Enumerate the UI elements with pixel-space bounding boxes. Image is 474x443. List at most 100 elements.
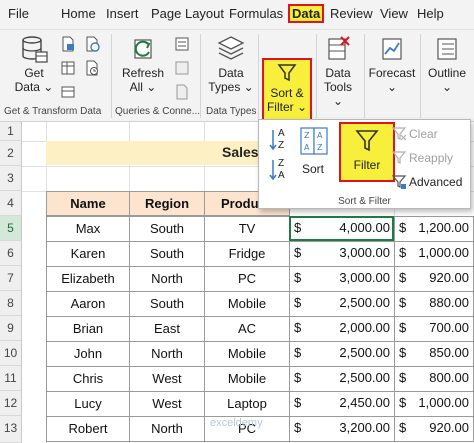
title-cell[interactable]: Sales <box>46 141 260 165</box>
cell-product[interactable]: PC <box>204 266 290 292</box>
filter-button[interactable]: Filter <box>339 122 395 182</box>
cell-product[interactable]: Fridge <box>204 241 290 267</box>
row-header[interactable]: 8 <box>0 291 22 316</box>
menu-review[interactable]: Review <box>330 6 373 21</box>
row-header[interactable]: 6 <box>0 241 22 266</box>
funnel-icon <box>355 130 379 152</box>
forecast-button[interactable]: Forecast ⌄ <box>368 34 416 94</box>
cell-region[interactable]: West <box>129 366 205 392</box>
cell-region[interactable]: South <box>129 291 205 317</box>
cell-profit[interactable]: $1,000.00 <box>394 241 474 267</box>
menu-view[interactable]: View <box>380 6 408 21</box>
menu-formulas[interactable]: Formulas <box>229 6 283 21</box>
menu-file[interactable]: File <box>8 6 29 21</box>
sort-button[interactable]: Z A A Z Sort <box>299 126 331 180</box>
cell-region[interactable]: East <box>129 316 205 342</box>
cell-product[interactable]: TV <box>204 216 290 242</box>
data-types-button[interactable]: Data Types ⌄ <box>208 34 254 94</box>
cell-sales[interactable]: $2,000.00 <box>289 316 395 342</box>
cell-sales[interactable]: $3,200.00 <box>289 416 395 442</box>
cell-name[interactable]: Robert <box>46 416 130 442</box>
advanced-button[interactable]: Advanced <box>409 175 462 189</box>
cell-region[interactable]: South <box>129 216 205 242</box>
row-header[interactable]: 9 <box>0 316 22 341</box>
row-header[interactable]: 10 <box>0 341 22 366</box>
existing-connections-icon[interactable] <box>60 84 76 100</box>
cell-sales[interactable]: $3,000.00 <box>289 266 395 292</box>
cell-sales[interactable]: $2,500.00 <box>289 341 395 367</box>
cell-name[interactable]: John <box>46 341 130 367</box>
cell-name[interactable]: Karen <box>46 241 130 267</box>
menu-help[interactable]: Help <box>417 6 444 21</box>
menu-home[interactable]: Home <box>61 6 96 21</box>
row-header[interactable]: 2 <box>0 141 22 166</box>
data-tools-button[interactable]: Data Tools ⌄ <box>318 34 358 108</box>
cell-profit[interactable]: $1,000.00 <box>394 391 474 417</box>
cell-profit[interactable]: $700.00 <box>394 316 474 342</box>
from-table-icon[interactable] <box>60 60 76 76</box>
cell-product[interactable]: AC <box>204 316 290 342</box>
cell-name[interactable]: Chris <box>46 366 130 392</box>
cell-sales[interactable]: $2,450.00 <box>289 391 395 417</box>
outline-button[interactable]: Outline ⌄ <box>424 34 470 94</box>
sort-filter-button[interactable]: Sort & Filter ⌄ <box>262 58 312 126</box>
cell-region[interactable]: South <box>129 241 205 267</box>
edit-links-icon[interactable] <box>174 84 190 100</box>
cell-region[interactable]: North <box>129 416 205 442</box>
recent-sources-icon[interactable] <box>84 60 100 76</box>
cell-profit[interactable]: $920.00 <box>394 266 474 292</box>
currency-symbol: $ <box>399 420 407 435</box>
cell-product[interactable]: Mobile <box>204 291 290 317</box>
refresh-all-button[interactable]: Refresh All ⌄ <box>120 34 166 94</box>
sort-za-top: Z <box>278 158 285 169</box>
cell-product[interactable]: Mobile <box>204 341 290 367</box>
cell-product[interactable]: Mobile <box>204 366 290 392</box>
cell-region[interactable]: North <box>129 266 205 292</box>
cell-product[interactable]: Laptop <box>204 391 290 417</box>
row-header[interactable]: 3 <box>0 166 22 191</box>
menu-page-layout[interactable]: Page Layout <box>151 6 224 21</box>
cell-profit[interactable]: $920.00 <box>394 416 474 442</box>
header-region[interactable]: Region <box>129 191 205 216</box>
cell-name[interactable]: Elizabeth <box>46 266 130 292</box>
cell-sales[interactable]: $3,000.00 <box>289 241 395 267</box>
get-data-button[interactable]: Get Data ⌄ <box>14 34 54 94</box>
row-header[interactable]: 13 <box>0 416 22 443</box>
cell-name[interactable]: Aaron <box>46 291 130 317</box>
outline-icon <box>437 38 457 60</box>
cell-profit[interactable]: $850.00 <box>394 341 474 367</box>
row-header[interactable]: 12 <box>0 391 22 416</box>
properties-icon[interactable] <box>174 60 190 76</box>
from-text-icon[interactable] <box>60 36 76 52</box>
cell-region[interactable]: West <box>129 391 205 417</box>
menu-data[interactable]: Data <box>288 4 325 23</box>
queries-connections-icon[interactable] <box>174 36 190 52</box>
cell-name[interactable]: Brian <box>46 316 130 342</box>
row-header[interactable]: 5 <box>0 216 22 241</box>
row-header[interactable]: 4 <box>0 191 22 216</box>
ribbon: Get Data ⌄ Refresh All ⌄ Data Types ⌄ So… <box>0 30 474 126</box>
amount-value: 920.00 <box>429 270 469 285</box>
cell-profit[interactable]: $1,200.00 <box>394 216 474 242</box>
cell-name[interactable]: Max <box>46 216 130 242</box>
amount-value: 2,500.00 <box>339 370 390 385</box>
header-name[interactable]: Name <box>46 191 130 216</box>
row-header[interactable]: 1 <box>0 122 22 141</box>
cell-sales[interactable]: $2,500.00 <box>289 366 395 392</box>
from-web-icon[interactable] <box>84 36 100 52</box>
currency-symbol: $ <box>399 395 407 410</box>
row-header[interactable]: 11 <box>0 366 22 391</box>
menu-bar: File Home Insert Page Layout Formulas Da… <box>0 0 474 30</box>
clear-button[interactable]: Clear <box>409 127 438 141</box>
cell-profit[interactable]: $880.00 <box>394 291 474 317</box>
row-header[interactable]: 7 <box>0 266 22 291</box>
active-cell-selection[interactable] <box>289 216 394 241</box>
cell-sales[interactable]: $2,500.00 <box>289 291 395 317</box>
cell-profit[interactable]: $800.00 <box>394 366 474 392</box>
cell-name[interactable]: Lucy <box>46 391 130 417</box>
reapply-button[interactable]: Reapply <box>409 151 453 165</box>
currency-symbol: $ <box>399 245 407 260</box>
menu-insert[interactable]: Insert <box>106 6 139 21</box>
amount-value: 3,000.00 <box>339 245 390 260</box>
cell-region[interactable]: North <box>129 341 205 367</box>
